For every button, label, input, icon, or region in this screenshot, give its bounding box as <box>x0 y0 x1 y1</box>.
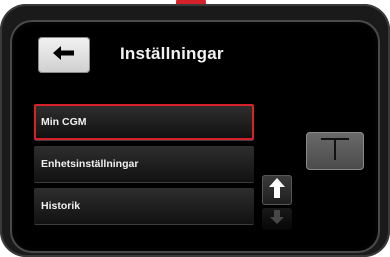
menu-item-label: Historik <box>41 200 81 212</box>
screen: Inställningar Min CGM Enhetsinställninga… <box>10 20 380 253</box>
t-shape-icon <box>321 137 349 165</box>
page-title: Inställningar <box>120 44 224 63</box>
menu-item-label: Min CGM <box>41 116 87 128</box>
device-bezel: Inställningar Min CGM Enhetsinställninga… <box>0 4 390 257</box>
menu-item-min-cgm[interactable]: Min CGM <box>34 104 254 140</box>
header: Inställningar <box>22 30 368 82</box>
arrow-down-icon <box>270 209 284 229</box>
back-button[interactable] <box>38 37 90 73</box>
settings-menu: Min CGM Enhetsinställningar Historik <box>34 104 254 230</box>
menu-item-historik[interactable]: Historik <box>34 188 254 224</box>
scroll-down-button[interactable] <box>262 208 292 230</box>
menu-item-enhetsinstallningar[interactable]: Enhetsinställningar <box>34 146 254 182</box>
menu-item-label: Enhetsinställningar <box>41 158 139 170</box>
arrow-up-icon <box>269 177 285 203</box>
arrow-left-icon <box>53 45 75 65</box>
t-button[interactable] <box>306 132 364 170</box>
scroll-up-button[interactable] <box>262 175 292 205</box>
